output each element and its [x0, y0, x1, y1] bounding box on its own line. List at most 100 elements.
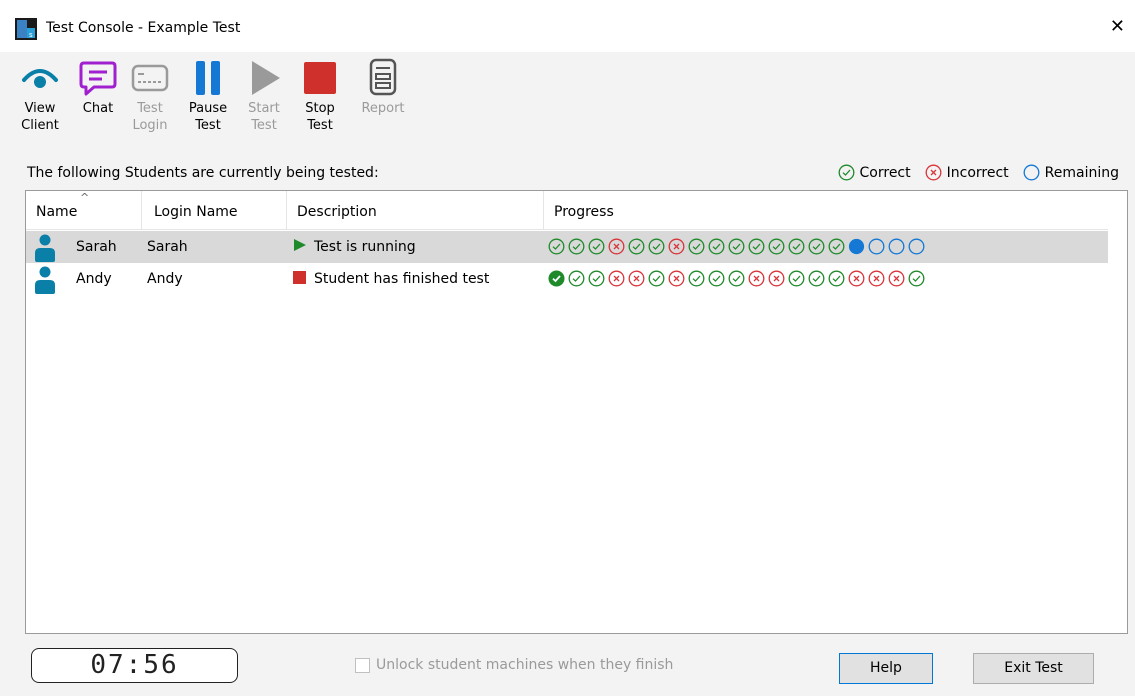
view-client-label-1: View [24, 101, 56, 116]
chat-button[interactable]: Chat [70, 58, 126, 117]
description-text: Test is running [314, 239, 416, 255]
pause-test-label-2: Test [195, 118, 221, 133]
start-test-label-1: Start [248, 101, 280, 116]
column-header-login[interactable]: Login Name [142, 191, 287, 229]
incorrect-icon [768, 270, 785, 287]
pause-test-button[interactable]: Pause Test [180, 58, 236, 134]
test-login-label-1: Test [137, 101, 163, 116]
report-label: Report [361, 101, 405, 116]
table-header: ^ Name Login Name Description Progress [26, 191, 1108, 230]
incorrect-icon [628, 270, 645, 287]
unlock-checkbox[interactable] [355, 657, 370, 673]
empty-circle-icon [1023, 164, 1040, 181]
table-row[interactable]: Andy Andy Student has finished test [26, 263, 1108, 295]
remaining-icon [888, 238, 905, 255]
correct-icon [808, 238, 825, 255]
test-login-button[interactable]: Test Login [122, 58, 178, 134]
correct-icon [788, 270, 805, 287]
current-correct-icon [548, 270, 565, 287]
cell-description: Test is running [293, 231, 416, 263]
legend-incorrect: Incorrect [925, 164, 1009, 181]
column-header-description[interactable]: Description [287, 191, 544, 229]
students-table: ^ Name Login Name Description Progress S… [25, 190, 1128, 634]
correct-icon [588, 238, 605, 255]
sort-caret-icon: ^ [80, 191, 90, 204]
stop-test-button[interactable]: Stop Test [292, 58, 348, 134]
eye-icon [22, 69, 58, 88]
user-avatar-icon [35, 234, 55, 262]
incorrect-icon [608, 270, 625, 287]
incorrect-icon [668, 238, 685, 255]
exit-test-button[interactable]: Exit Test [973, 653, 1094, 684]
pause-test-label-1: Pause [188, 101, 228, 116]
pause-icon [196, 61, 220, 95]
chat-label: Chat [82, 101, 114, 116]
chat-icon [79, 61, 117, 96]
start-test-button[interactable]: Start Test [236, 58, 292, 134]
remaining-icon [868, 238, 885, 255]
user-avatar-icon [35, 266, 55, 294]
play-icon [252, 61, 280, 95]
x-circle-icon [925, 164, 942, 181]
title-bar: s Test Console - Example Test ✕ [0, 0, 1135, 52]
cell-name: Andy [76, 271, 112, 287]
correct-icon [828, 238, 845, 255]
current-question-icon [848, 238, 865, 255]
stop-test-label-2: Test [307, 118, 333, 133]
caption: The following Students are currently bei… [27, 165, 379, 181]
progress-indicators [548, 238, 925, 255]
cell-name: Sarah [76, 239, 117, 255]
correct-icon [688, 238, 705, 255]
app-icon: s [15, 18, 37, 40]
correct-icon [548, 238, 565, 255]
column-header-progress[interactable]: Progress [544, 191, 1108, 229]
incorrect-icon [608, 238, 625, 255]
remaining-icon [908, 238, 925, 255]
correct-icon [768, 238, 785, 255]
correct-icon [788, 238, 805, 255]
legend-correct-label: Correct [859, 164, 911, 181]
description-text: Student has finished test [314, 271, 490, 287]
legend-incorrect-label: Incorrect [946, 164, 1009, 181]
incorrect-icon [888, 270, 905, 287]
legend-remaining: Remaining [1023, 164, 1119, 181]
cell-description: Student has finished test [293, 263, 489, 295]
svg-text:s: s [29, 31, 33, 39]
cell-login: Sarah [147, 239, 188, 255]
timer-display: 07:56 [31, 648, 238, 683]
legend: Correct Incorrect Remaining [830, 164, 1119, 181]
test-login-label-2: Login [132, 118, 168, 133]
unlock-option[interactable]: Unlock student machines when they finish [355, 657, 673, 673]
incorrect-icon [868, 270, 885, 287]
correct-icon [688, 270, 705, 287]
legend-remaining-label: Remaining [1044, 164, 1119, 181]
column-header-name-label: Name [36, 204, 78, 220]
stop-test-label-1: Stop [305, 101, 335, 116]
table-row[interactable]: Sarah Sarah Test is running [26, 231, 1108, 263]
correct-icon [748, 238, 765, 255]
stop-icon [293, 271, 306, 284]
correct-icon [808, 270, 825, 287]
cell-login: Andy [147, 271, 183, 287]
correct-icon [588, 270, 605, 287]
correct-icon [628, 238, 645, 255]
help-button[interactable]: Help [839, 653, 933, 684]
correct-icon [728, 270, 745, 287]
check-circle-icon [838, 164, 854, 181]
column-header-name[interactable]: ^ Name [26, 191, 142, 229]
start-test-label-2: Test [251, 118, 277, 133]
stop-icon [304, 62, 336, 94]
correct-icon [828, 270, 845, 287]
report-icon [369, 58, 397, 96]
correct-icon [708, 270, 725, 287]
correct-icon [568, 238, 585, 255]
close-icon[interactable]: ✕ [1110, 16, 1125, 37]
report-button[interactable]: Report [355, 58, 411, 117]
unlock-label: Unlock student machines when they finish [376, 657, 674, 673]
view-client-button[interactable]: View Client [12, 58, 68, 134]
incorrect-icon [668, 270, 685, 287]
progress-indicators [548, 270, 925, 287]
toolbar: View Client Chat Test Login Pause Test Star… [0, 52, 1135, 148]
incorrect-icon [848, 270, 865, 287]
correct-icon [728, 238, 745, 255]
